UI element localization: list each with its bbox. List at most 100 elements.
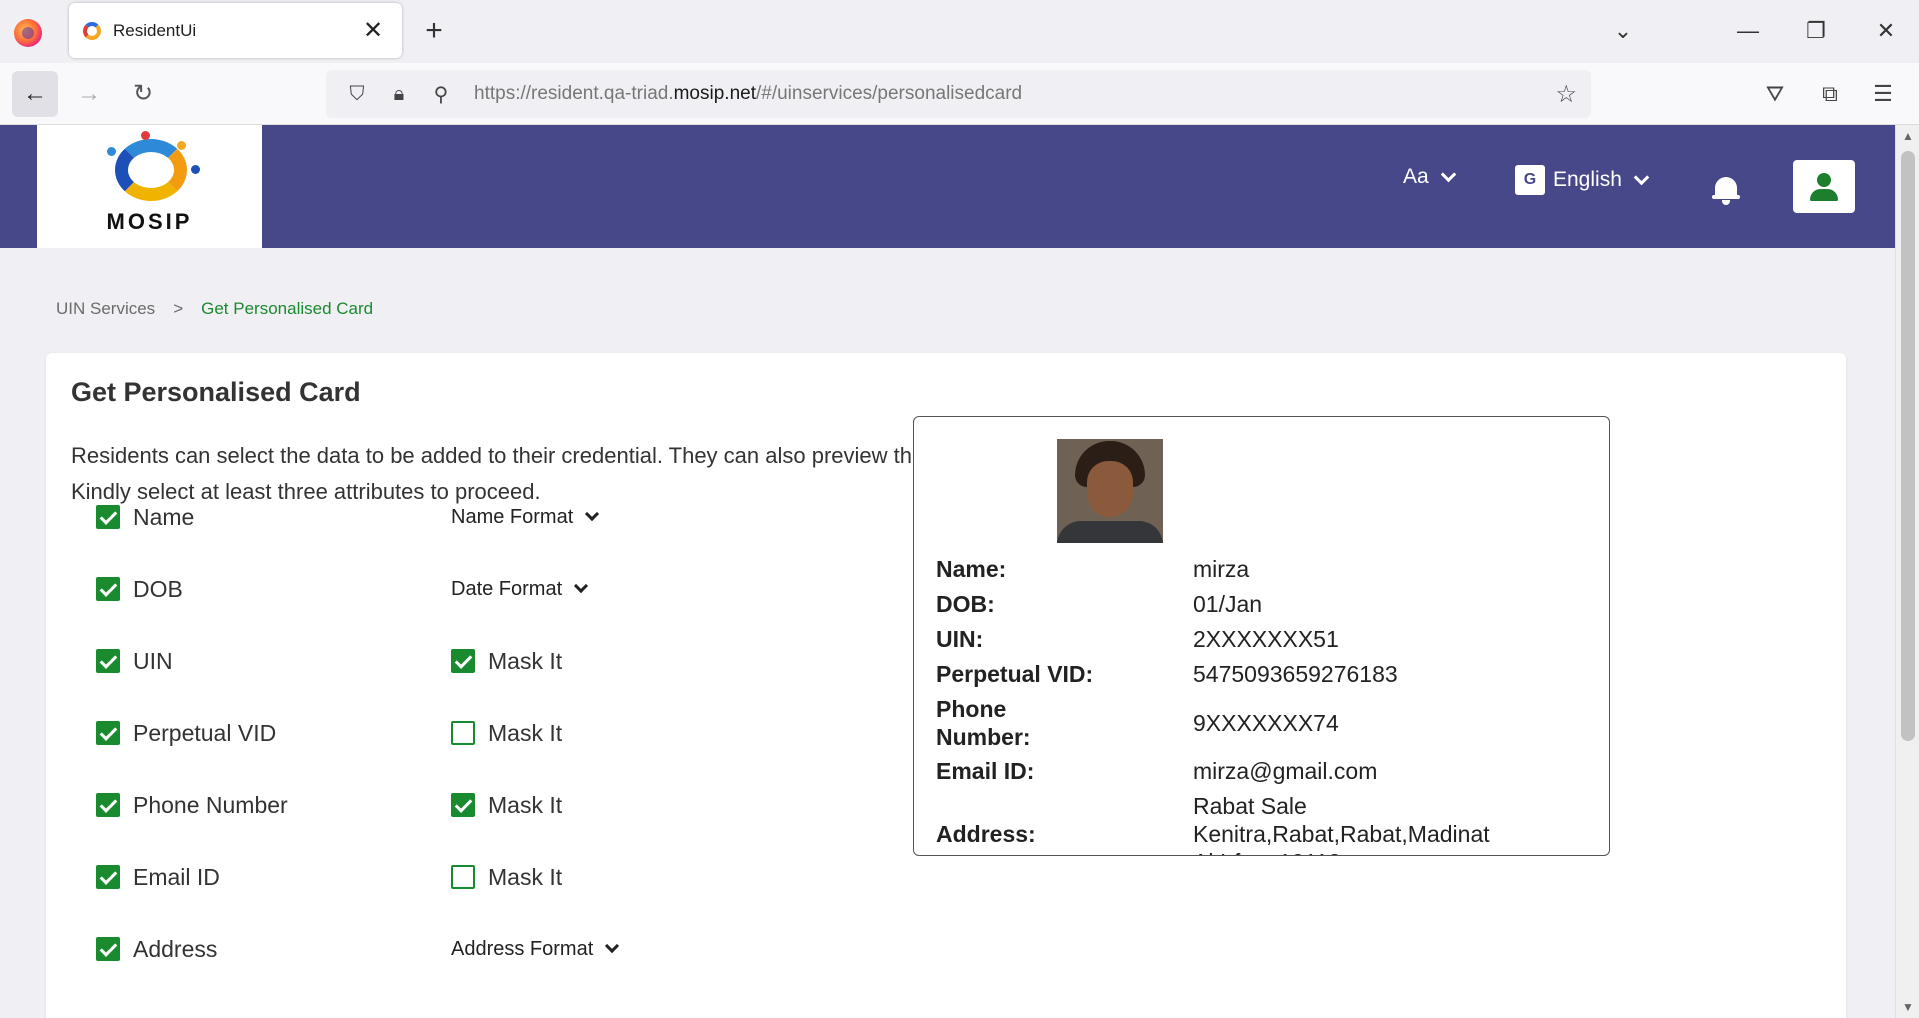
- breadcrumb-separator: >: [173, 299, 184, 318]
- attribute-row: Name: [96, 499, 194, 535]
- attribute-label: DOB: [133, 575, 183, 602]
- mask-it-checkbox[interactable]: [451, 865, 475, 889]
- mask-it-label: Mask It: [488, 647, 563, 674]
- chevron-down-icon: [1633, 169, 1650, 185]
- attribute-row: Perpetual VID: [96, 715, 276, 751]
- language-selector[interactable]: G English: [1515, 165, 1650, 195]
- preview-row: Email ID: mirza@gmail.com: [936, 757, 1596, 785]
- profile-button[interactable]: [1793, 160, 1855, 213]
- minimize-icon[interactable]: —: [1728, 14, 1768, 48]
- mask-it-checkbox[interactable]: [451, 721, 475, 745]
- restore-icon[interactable]: ❐: [1796, 14, 1836, 48]
- mask-it-checkbox[interactable]: [451, 649, 475, 673]
- mask-it-label: Mask It: [488, 719, 563, 746]
- attribute-checkbox[interactable]: [96, 793, 120, 817]
- forward-icon[interactable]: →: [66, 71, 112, 117]
- browser-nav-bar: ← → ↻ ⛉ 🔒︎ ⚲ https://resident.qa-triad.m…: [0, 63, 1919, 125]
- browser-tab-strip: ResidentUi ✕ + ⌄ — ❐ ✕: [0, 0, 1919, 63]
- format-dropdown-label: Address Format: [451, 937, 594, 960]
- close-window-icon[interactable]: ✕: [1866, 14, 1906, 48]
- permissions-icon[interactable]: ⚲: [424, 82, 458, 107]
- preview-key: Phone Number:: [936, 696, 1031, 750]
- preview-key: Address:: [936, 821, 1036, 847]
- format-dropdown[interactable]: Name Format: [451, 499, 600, 535]
- attribute-label: Address: [133, 935, 218, 962]
- preview-row: DOB: 01/Jan: [936, 590, 1596, 618]
- language-label: English: [1553, 168, 1622, 191]
- lock-icon[interactable]: 🔒︎: [382, 83, 416, 106]
- card-preview: Name: mirza DOB: 01/Jan UIN: 2XXXXXXX51 Perpet…: [913, 416, 1610, 856]
- scroll-down-icon[interactable]: ▼: [1896, 1000, 1919, 1014]
- mask-it-option: Mask It: [451, 715, 562, 751]
- firefox-icon[interactable]: [14, 19, 42, 47]
- breadcrumb: UIN Services > Get Personalised Card: [56, 299, 373, 319]
- attribute-checkbox[interactable]: [96, 721, 120, 745]
- page-title: Get Personalised Card: [71, 377, 361, 407]
- attribute-checkbox[interactable]: [96, 937, 120, 961]
- mask-it-option: Mask It: [451, 787, 562, 823]
- url-bar[interactable]: ⛉ 🔒︎ ⚲ https://resident.qa-triad.mosip.n…: [326, 70, 1591, 118]
- chevron-down-icon: [585, 506, 600, 522]
- preview-key: UIN:: [936, 626, 984, 652]
- new-tab-icon[interactable]: +: [418, 12, 450, 50]
- breadcrumb-uin-services[interactable]: UIN Services: [56, 299, 155, 319]
- preview-value: mirza@gmail.com: [1193, 758, 1378, 784]
- preview-value: mirza: [1193, 556, 1250, 582]
- attribute-checkbox[interactable]: [96, 649, 120, 673]
- list-all-tabs-icon[interactable]: ⌄: [1603, 14, 1643, 48]
- mosip-favicon-icon: [83, 21, 101, 40]
- attribute-row: UIN: [96, 643, 173, 679]
- browser-tab[interactable]: ResidentUi ✕: [69, 3, 402, 58]
- breadcrumb-current: Get Personalised Card: [201, 299, 374, 318]
- attribute-row: DOB: [96, 571, 183, 607]
- chevron-down-icon: [605, 938, 620, 954]
- menu-icon[interactable]: ☰: [1865, 77, 1901, 111]
- attribute-label: UIN: [133, 647, 173, 674]
- mask-it-option: Mask It: [451, 643, 562, 679]
- preview-row: Phone Number: 9XXXXXXX74: [936, 695, 1596, 751]
- preview-value: 2XXXXXXX51: [1193, 626, 1339, 652]
- attribute-label: Email ID: [133, 863, 220, 890]
- mosip-logo[interactable]: MOSIP: [37, 125, 262, 248]
- attribute-checkbox[interactable]: [96, 577, 120, 601]
- format-dropdown[interactable]: Address Format: [451, 931, 620, 967]
- back-icon[interactable]: ←: [12, 71, 58, 117]
- close-tab-icon[interactable]: ✕: [358, 18, 388, 43]
- app-header: MOSIP Aa G English: [0, 125, 1895, 248]
- bookmark-star-icon[interactable]: ☆: [1555, 80, 1577, 109]
- preview-key: Perpetual VID:: [936, 661, 1094, 687]
- preview-row: Perpetual VID: 5475093659276183: [936, 660, 1596, 688]
- font-size-label: Aa: [1403, 165, 1429, 188]
- mosip-logo-ring-icon: [115, 139, 187, 201]
- attribute-label: Name: [133, 503, 195, 530]
- attribute-checkbox[interactable]: [96, 505, 120, 529]
- preview-value: Rabat Sale Kenitra,Rabat,Rabat,Madinat A…: [1193, 793, 1490, 855]
- preview-row: Address: Rabat Sale Kenitra,Rabat,Rabat,M…: [936, 792, 1596, 855]
- resident-app: MOSIP Aa G English UIN Services > Get Pe…: [0, 125, 1895, 1018]
- scroll-up-icon[interactable]: ▲: [1896, 129, 1919, 143]
- mask-it-checkbox[interactable]: [451, 793, 475, 817]
- preview-key: DOB:: [936, 591, 995, 617]
- mask-it-label: Mask It: [488, 863, 563, 890]
- mask-it-option: Mask It: [451, 859, 562, 895]
- preview-value: 5475093659276183: [1193, 661, 1398, 687]
- format-dropdown[interactable]: Date Format: [451, 571, 589, 607]
- scroll-thumb[interactable]: [1901, 151, 1915, 741]
- pocket-icon[interactable]: ⛛: [1757, 77, 1793, 111]
- format-dropdown-label: Name Format: [451, 505, 574, 528]
- chevron-down-icon: [574, 578, 589, 594]
- attribute-row: Email ID: [96, 859, 220, 895]
- shield-icon[interactable]: ⛉: [340, 83, 374, 106]
- page-scrollbar[interactable]: ▲ ▼: [1895, 125, 1919, 1018]
- preview-key: Email ID:: [936, 758, 1035, 784]
- font-size-selector[interactable]: Aa: [1403, 165, 1456, 189]
- attribute-checkbox[interactable]: [96, 865, 120, 889]
- notification-bell-icon[interactable]: [1712, 177, 1740, 205]
- mask-it-label: Mask It: [488, 791, 563, 818]
- reload-icon[interactable]: ↻: [120, 71, 166, 117]
- logo-text: MOSIP: [106, 209, 193, 234]
- url-text[interactable]: https://resident.qa-triad.mosip.net/#/ui…: [474, 83, 1022, 105]
- preview-value: 9XXXXXXX74: [1193, 710, 1339, 736]
- extensions-icon[interactable]: ⧉: [1812, 77, 1848, 111]
- attribute-label: Perpetual VID: [133, 719, 277, 746]
